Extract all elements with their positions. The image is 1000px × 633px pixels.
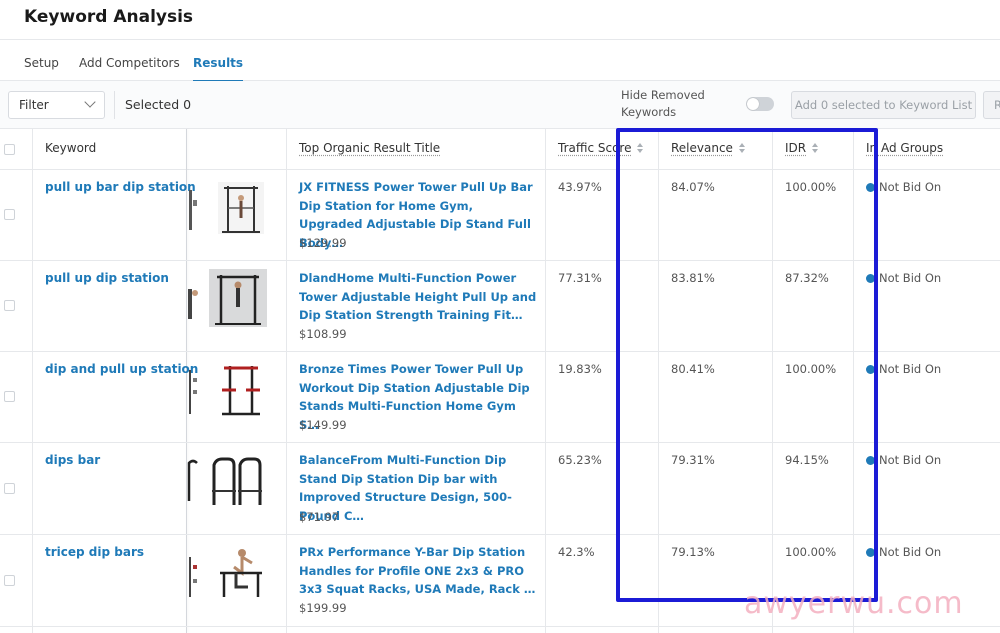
keyword-link[interactable]: pull up bar dip station [45,180,196,194]
table-row: dips bar BalanceFrom Multi-Function Dip … [0,443,1000,535]
tab-results[interactable]: Results [193,56,244,82]
ad-group-status: Not Bid On [866,180,941,194]
column-header-keyword[interactable]: Keyword [45,141,96,155]
table-row: pull up bar dip station JX FITNESS Power… [0,170,1000,261]
result-price: $71.97 [299,510,340,524]
sort-icon[interactable] [738,143,746,154]
column-header-relevance[interactable]: Relevance [671,141,746,155]
partial-image [187,269,199,327]
selected-count: Selected 0 [125,97,192,112]
product-image [208,451,266,509]
toolbar-extra-button[interactable]: R [983,91,1000,119]
ad-group-status-label: Not Bid On [879,453,942,467]
idr-value: 94.15% [785,453,829,467]
filter-dropdown[interactable]: Filter [8,91,105,119]
page-header: Keyword Analysis [0,0,1000,40]
column-header-title[interactable]: Top Organic Result Title [299,141,440,155]
traffic-score: 43.97% [558,180,602,194]
ad-group-status-label: Not Bid On [879,180,942,194]
ad-group-status-label: Not Bid On [879,362,942,376]
status-dot-icon [866,365,875,374]
traffic-score: 65.23% [558,453,602,467]
partial-image [187,360,199,418]
column-header-traffic-score[interactable]: Traffic Score [558,141,644,155]
status-dot-icon [866,183,875,192]
product-image [212,178,270,236]
add-to-keyword-list-button[interactable]: Add 0 selected to Keyword List [791,91,976,119]
ad-group-status: Not Bid On [866,271,941,285]
keyword-link[interactable]: dip and pull up station [45,362,198,376]
column-header-idr-label: IDR [785,141,807,155]
relevance-value: 79.31% [671,453,715,467]
sort-icon[interactable] [812,143,819,154]
traffic-score: 42.3% [558,545,595,559]
hide-removed-label: Hide Removed Keywords [621,88,705,119]
toggle-knob [747,98,759,110]
traffic-score: 19.83% [558,362,602,376]
tab-setup[interactable]: Setup [24,56,59,70]
result-price: $129.99 [299,236,347,250]
ad-group-status-label: Not Bid On [879,271,942,285]
column-header-relevance-label: Relevance [671,141,733,155]
column-header-ad-groups-label: In Ad Groups [866,141,944,155]
product-image [212,543,270,601]
keyword-link[interactable]: pull up dip station [45,271,169,285]
partial-image [187,178,199,236]
keyword-link[interactable]: dips bar [45,453,100,467]
column-header-traffic-label: Traffic Score [558,141,632,155]
traffic-score: 77.31% [558,271,602,285]
toolbar: Filter Selected 0 Hide Removed Keywords … [0,81,1000,129]
status-dot-icon [866,274,875,283]
relevance-value: 84.07% [671,180,715,194]
idr-value: 87.32% [785,271,829,285]
page-title: Keyword Analysis [24,7,194,27]
watermark: awyerwu.com [744,586,964,621]
product-image [212,360,270,418]
status-dot-icon [866,456,875,465]
row-checkbox[interactable] [4,575,15,586]
partial-image [187,451,199,509]
relevance-value: 83.81% [671,271,715,285]
status-dot-icon [866,548,875,557]
ad-group-status: Not Bid On [866,545,941,559]
ad-group-status: Not Bid On [866,453,941,467]
result-title-link[interactable]: PRx Performance Y-Bar Dip Station Handle… [299,543,539,599]
relevance-value: 79.13% [671,545,715,559]
idr-value: 100.00% [785,180,837,194]
column-header-title-label: Top Organic Result Title [299,141,441,155]
result-title-link[interactable]: DlandHome Multi-Function Power Tower Adj… [299,269,539,325]
row-checkbox[interactable] [4,391,15,402]
sort-icon[interactable] [637,143,644,154]
product-image [209,269,267,327]
column-header-idr[interactable]: IDR [785,141,819,155]
relevance-value: 80.41% [671,362,715,376]
tab-add-competitors[interactable]: Add Competitors [79,56,180,70]
row-checkbox[interactable] [4,483,15,494]
result-price: $108.99 [299,327,347,341]
result-price: $199.99 [299,601,347,615]
chevron-down-icon [84,96,96,108]
tab-bar: Setup Add Competitors Results [0,41,1000,82]
partial-image [187,543,199,601]
column-header-keyword-label: Keyword [45,141,97,155]
row-checkbox[interactable] [4,300,15,311]
table-row: dip and pull up station Bronze Times Pow… [0,352,1000,443]
ad-group-status-label: Not Bid On [879,545,942,559]
result-price: $149.99 [299,418,347,432]
table-header: Keyword Top Organic Result Title Traffic… [0,129,1000,170]
keyword-link[interactable]: tricep dip bars [45,545,144,559]
table-row: pull up dip station DlandHome Multi-Func… [0,261,1000,352]
ad-group-status: Not Bid On [866,362,941,376]
column-header-ad-groups[interactable]: In Ad Groups [866,141,943,155]
idr-value: 100.00% [785,545,837,559]
row-checkbox[interactable] [4,209,15,220]
toolbar-divider [114,91,115,119]
select-all-checkbox[interactable] [4,144,15,155]
filter-label: Filter [19,98,49,112]
hide-removed-toggle[interactable] [746,97,774,111]
idr-value: 100.00% [785,362,837,376]
